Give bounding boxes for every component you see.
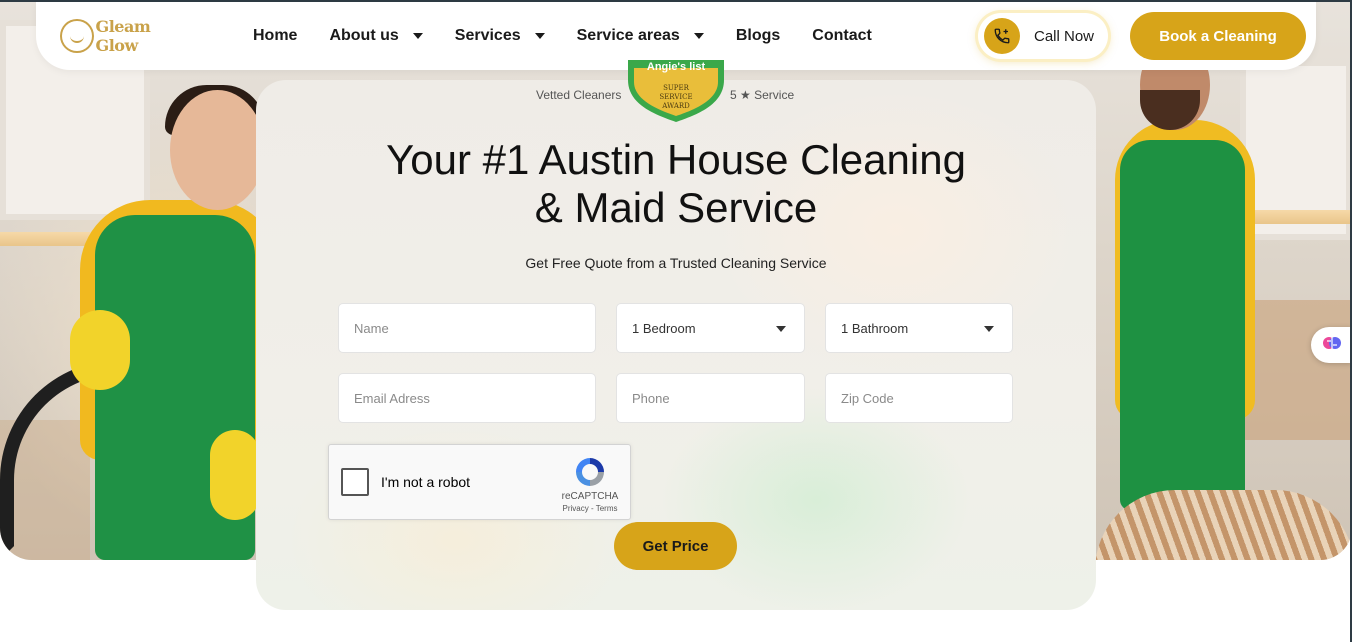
nav-label: Blogs [735, 27, 781, 44]
badge-five-star: 5 ★ Service [730, 88, 795, 102]
nav-label: Services [454, 27, 521, 44]
background-counter [1240, 300, 1352, 440]
recaptcha-brand: reCAPTCHA [561, 491, 619, 502]
brain-icon [1322, 333, 1342, 357]
recaptcha-label: I'm not a robot [381, 474, 471, 490]
bathrooms-select[interactable]: 1 Bathroom [825, 303, 1013, 353]
recaptcha-widget: I'm not a robot reCAPTCHA Privacy - Term… [328, 444, 631, 520]
award-top-text: Angie's list [647, 61, 706, 73]
award-line: SERVICE [659, 93, 692, 101]
email-input[interactable]: Email Adress [338, 373, 596, 423]
bedrooms-select[interactable]: 1 Bedroom [616, 303, 805, 353]
headline-line-1: Your #1 Austin House Cleaning [386, 136, 966, 183]
name-input[interactable]: Name [338, 303, 596, 353]
bathrooms-value: 1 Bathroom [841, 320, 909, 336]
bedrooms-value: 1 Bedroom [632, 320, 696, 336]
caret-down-icon [984, 326, 994, 332]
award-line: SUPER [663, 84, 690, 92]
page-subtitle: Get Free Quote from a Trusted Cleaning S… [525, 255, 827, 271]
phone-placeholder: Phone [632, 390, 670, 406]
get-price-button[interactable]: Get Price [614, 522, 737, 570]
badge-vetted-cleaners: Vetted Cleaners [536, 88, 622, 102]
nav-item-service-areas[interactable]: Service areas [577, 27, 704, 45]
nav-item-home[interactable]: Home [253, 27, 297, 45]
brand-logo[interactable]: Gleam Glow [60, 17, 196, 55]
caret-down-icon [776, 326, 786, 332]
zip-code-input[interactable]: Zip Code [825, 373, 1013, 423]
caret-down-icon [693, 33, 704, 39]
phone-icon [984, 18, 1020, 54]
recaptcha-icon [573, 455, 607, 489]
nav-item-blogs[interactable]: Blogs [736, 27, 780, 45]
logo-text: Gleam Glow [95, 17, 151, 55]
call-now-button[interactable]: Call Now [978, 13, 1108, 59]
nav-item-about-us[interactable]: About us [329, 27, 423, 45]
zip-placeholder: Zip Code [841, 390, 894, 406]
accessibility-widget-button[interactable] [1311, 327, 1352, 363]
page-title: Your #1 Austin House Cleaning & Maid Ser… [256, 136, 1096, 232]
email-placeholder: Email Adress [354, 390, 430, 406]
nav-label: Contact [812, 27, 872, 44]
caret-down-icon [412, 33, 423, 39]
nav-label: Home [253, 27, 298, 44]
nav-label: About us [329, 27, 399, 44]
wicker-chair-image [1095, 490, 1352, 560]
headline-line-2: & Maid Service [534, 184, 818, 231]
nav-item-services[interactable]: Services [455, 27, 545, 45]
phone-input[interactable]: Phone [616, 373, 805, 423]
book-cleaning-button[interactable]: Book a Cleaning [1130, 12, 1306, 60]
super-service-award-icon: Angie's list SUPER SERVICE AWARD [626, 60, 726, 122]
caret-down-icon [534, 33, 545, 39]
call-now-label: Call Now [1034, 27, 1095, 45]
name-placeholder: Name [354, 320, 389, 336]
nav-label: Service areas [576, 27, 680, 44]
nav-item-contact[interactable]: Contact [812, 27, 872, 45]
logo-mark-icon [60, 19, 94, 53]
recaptcha-checkbox[interactable] [341, 468, 369, 496]
award-line: AWARD [661, 102, 690, 110]
recaptcha-terms-link[interactable]: Privacy - Terms [555, 504, 625, 513]
trust-badges: Vetted Cleaners Angie's list SUPER SERVI… [256, 60, 1096, 125]
